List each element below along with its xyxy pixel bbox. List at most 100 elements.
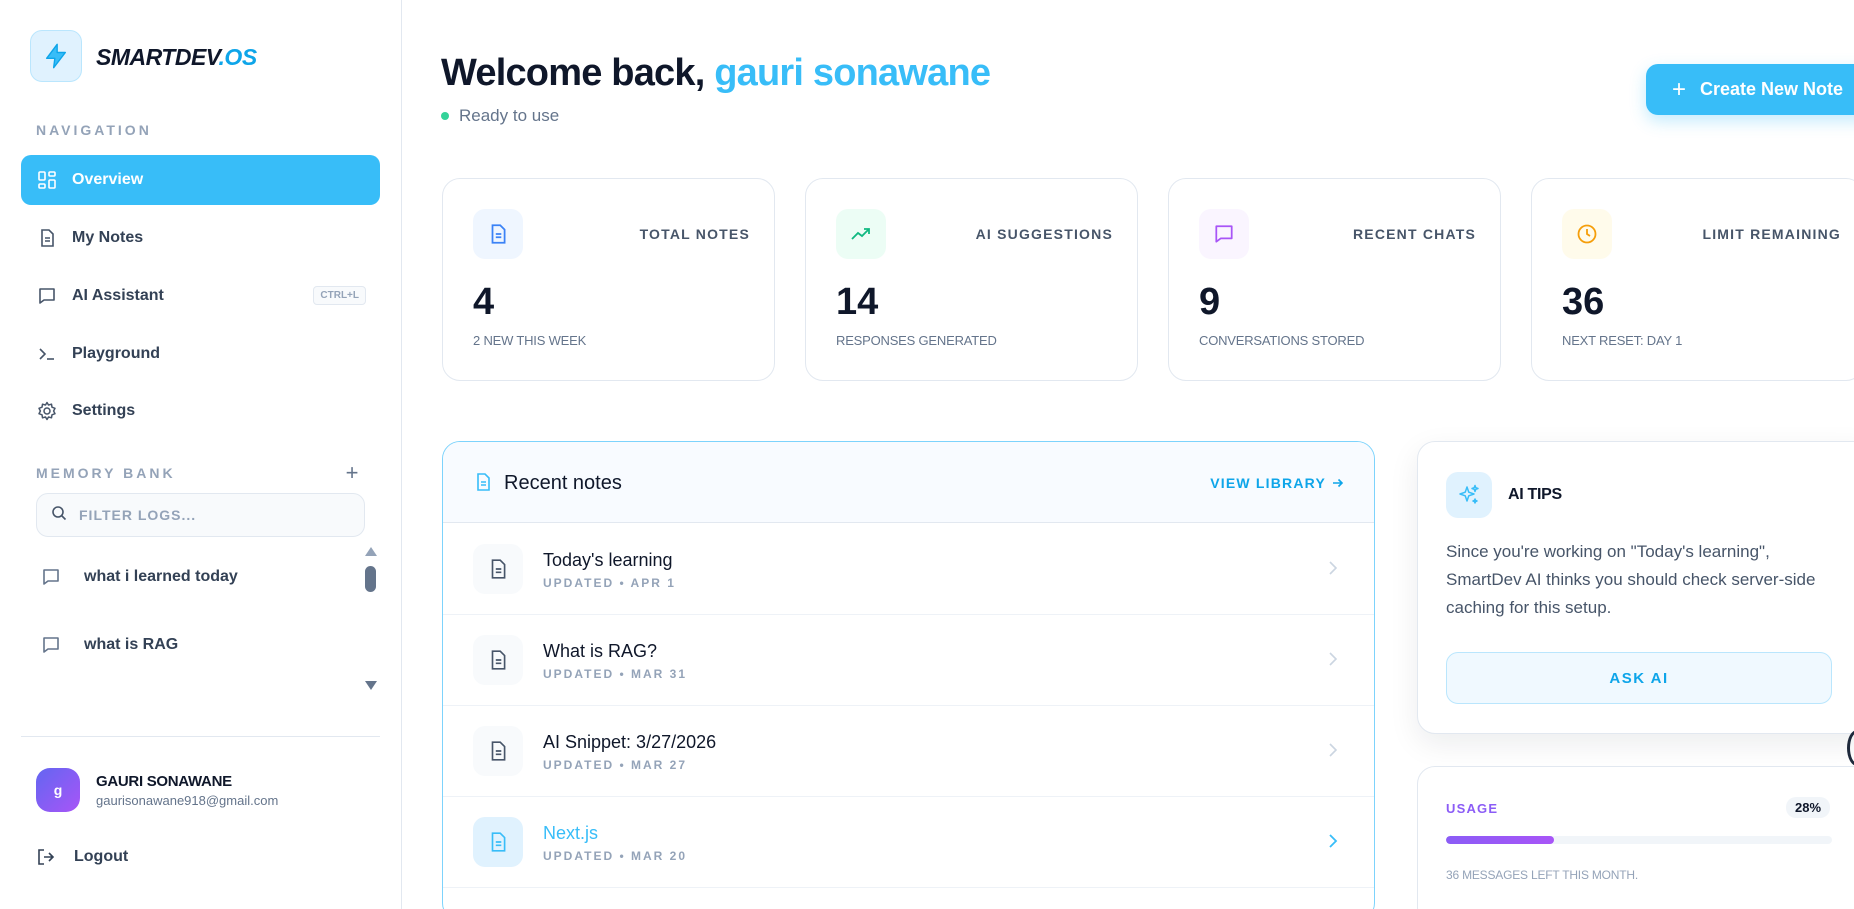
grid-icon <box>37 170 57 190</box>
sidebar-item-ai-assistant[interactable]: AI Assistant CTRL+L <box>21 271 380 321</box>
stat-card-limit-remaining: LIMIT REMAINING 36 NEXT RESET: DAY 1 <box>1531 178 1854 381</box>
stat-subtext: 2 NEW THIS WEEK <box>473 333 587 348</box>
chevron-right-icon <box>1329 652 1338 666</box>
usage-progress-bar <box>1446 836 1832 844</box>
document-icon <box>473 635 523 685</box>
sidebar-item-my-notes[interactable]: My Notes <box>21 213 380 263</box>
stat-label: AI SUGGESTIONS <box>975 226 1113 242</box>
logo-icon <box>30 30 82 82</box>
add-memory-button[interactable]: + <box>342 461 362 485</box>
sidebar-item-label: Settings <box>72 402 136 419</box>
nav-section-label: NAVIGATION <box>36 122 152 138</box>
view-library-label: VIEW LIBRARY <box>1210 475 1326 491</box>
stat-value: 14 <box>836 281 879 323</box>
memory-item[interactable]: what i learned today <box>40 557 350 597</box>
document-icon <box>473 544 523 594</box>
stat-subtext: CONVERSATIONS STORED <box>1199 333 1365 348</box>
usage-card: USAGE 28% 36 MESSAGES LEFT THIS MONTH. <box>1417 766 1854 909</box>
document-icon <box>473 726 523 776</box>
filter-logs-input[interactable] <box>79 507 339 523</box>
note-row[interactable]: What is RAG? UPDATED • MAR 31 <box>443 615 1374 706</box>
memory-item[interactable]: what is RAG <box>40 625 350 665</box>
chat-icon <box>1199 209 1249 259</box>
usage-percent-badge: 28% <box>1786 797 1831 818</box>
sidebar-item-playground[interactable]: Playground <box>21 329 380 379</box>
create-new-note-button[interactable]: + Create New Note <box>1646 64 1854 115</box>
scroll-down-icon[interactable] <box>365 681 377 690</box>
sparkles-icon <box>1446 472 1492 518</box>
sidebar-item-label: Playground <box>72 345 161 362</box>
note-title: Today's learning <box>543 550 673 570</box>
logout-button[interactable]: Logout <box>36 846 128 868</box>
chevron-right-icon <box>1329 561 1338 575</box>
stat-value: 4 <box>473 281 495 323</box>
stat-value: 36 <box>1562 281 1605 323</box>
stat-label: RECENT CHATS <box>1352 226 1476 242</box>
note-updated: UPDATED • MAR 27 <box>543 758 687 772</box>
logout-icon <box>36 846 58 868</box>
note-updated: UPDATED • MAR 20 <box>543 849 687 863</box>
sidebar: SMARTDEV.OS NAVIGATION Overview My Notes… <box>0 0 402 909</box>
clock-icon <box>1562 209 1612 259</box>
usage-message: 36 MESSAGES LEFT THIS MONTH. <box>1446 868 1639 882</box>
chat-icon <box>37 286 57 306</box>
page-title: Welcome back, gauri sonawane <box>441 52 991 94</box>
stat-card-recent-chats: RECENT CHATS 9 CONVERSATIONS STORED <box>1168 178 1501 381</box>
document-icon <box>473 472 493 497</box>
ai-tips-title: AI TIPS <box>1508 486 1562 503</box>
status-dot <box>441 112 449 120</box>
sidebar-item-label: My Notes <box>72 229 144 246</box>
user-email: gaurisonawane918@gmail.com <box>96 793 279 808</box>
chat-icon <box>40 634 62 656</box>
sidebar-item-settings[interactable]: Settings <box>21 386 380 436</box>
stat-value: 9 <box>1199 281 1221 323</box>
sidebar-item-overview[interactable]: Overview <box>21 155 380 205</box>
floating-widget-edge[interactable] <box>1847 730 1854 766</box>
scroll-thumb[interactable] <box>365 566 376 592</box>
stat-label: TOTAL NOTES <box>639 226 750 242</box>
status-text: Ready to use <box>459 106 560 125</box>
usage-progress-fill <box>1446 836 1555 844</box>
divider <box>21 736 380 737</box>
stat-card-ai-suggestions: AI SUGGESTIONS 14 RESPONSES GENERATED <box>805 178 1138 381</box>
note-row[interactable]: AI Snippet: 3/27/2026 UPDATED • MAR 27 <box>443 706 1374 797</box>
document-icon <box>473 817 523 867</box>
ai-tips-card: AI TIPS Since you're working on "Today's… <box>1417 441 1854 734</box>
filter-logs-field[interactable] <box>36 493 365 537</box>
recent-notes-title: Recent notes <box>504 472 622 494</box>
brand-logo: SMARTDEV.OS <box>96 44 257 70</box>
gear-icon <box>37 401 57 421</box>
note-updated: UPDATED • APR 1 <box>543 576 676 590</box>
memory-scrollbar[interactable] <box>360 547 380 695</box>
ai-tips-body: Since you're working on "Today's learnin… <box>1446 542 1816 617</box>
note-title: What is RAG? <box>543 641 658 661</box>
recent-notes-header: Recent notes VIEW LIBRARY <box>443 442 1374 523</box>
welcome-user-name: gauri sonawane <box>714 52 991 94</box>
avatar[interactable]: g <box>36 768 80 812</box>
sidebar-item-label: AI Assistant <box>72 287 164 304</box>
memory-item-label: what i learned today <box>84 568 238 585</box>
scroll-up-icon[interactable] <box>365 547 377 556</box>
document-icon <box>37 228 57 248</box>
note-title: AI Snippet: 3/27/2026 <box>543 732 717 752</box>
note-row[interactable]: Next.js UPDATED • MAR 20 <box>443 797 1374 888</box>
user-name: GAURI SONAWANE <box>96 773 232 790</box>
chat-icon <box>40 566 62 588</box>
recent-notes-card: Recent notes VIEW LIBRARY Today's learni… <box>442 441 1375 909</box>
chevron-right-icon <box>1329 743 1338 757</box>
memory-item-label: what is RAG <box>84 636 179 653</box>
note-row[interactable]: Today's learning UPDATED • APR 1 <box>443 524 1374 615</box>
stat-subtext: RESPONSES GENERATED <box>836 333 997 348</box>
logout-label: Logout <box>74 848 129 865</box>
usage-title: USAGE <box>1446 801 1499 816</box>
view-library-link[interactable]: VIEW LIBRARY <box>1210 475 1344 491</box>
chevron-right-icon <box>1329 834 1338 848</box>
search-icon <box>51 505 67 526</box>
stat-card-total-notes: TOTAL NOTES 4 2 NEW THIS WEEK <box>442 178 775 381</box>
ask-ai-button[interactable]: ASK AI <box>1446 652 1832 704</box>
trending-up-icon <box>836 209 886 259</box>
memory-bank-label: MEMORY BANK <box>36 465 176 481</box>
note-updated: UPDATED • MAR 31 <box>543 667 687 681</box>
shortcut-badge: CTRL+L <box>313 286 366 305</box>
document-icon <box>473 209 523 259</box>
